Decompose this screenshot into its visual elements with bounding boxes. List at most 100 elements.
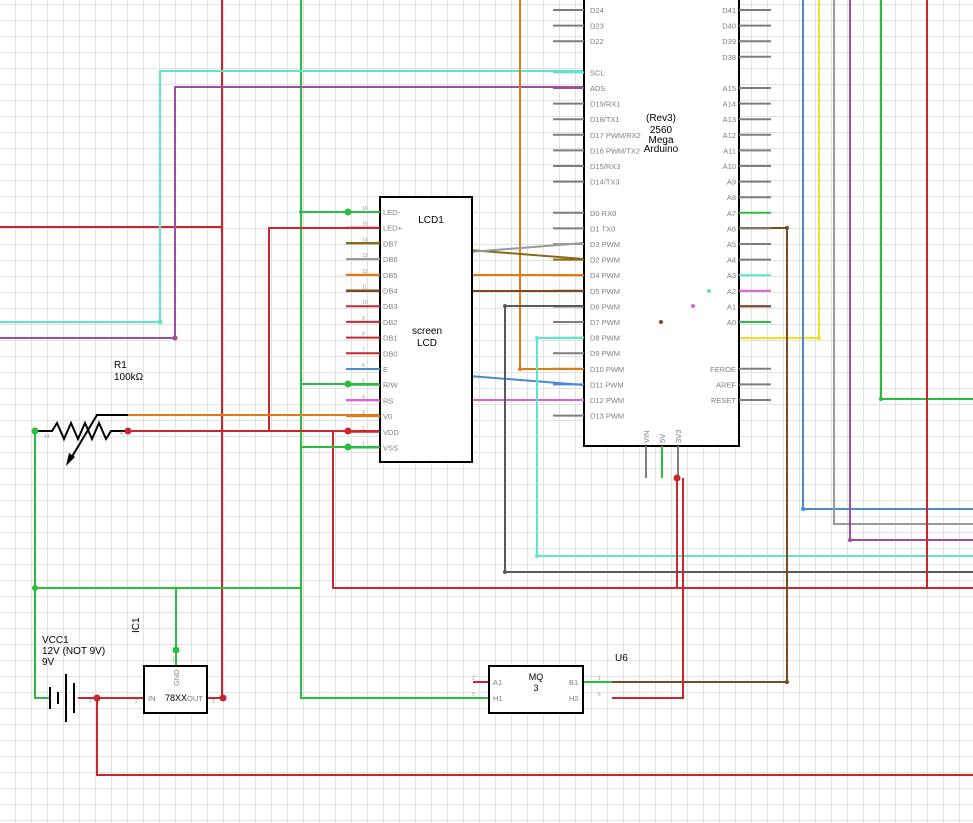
vcc1-value: 9V	[42, 657, 55, 668]
arduino-pin-label: D39	[722, 37, 736, 46]
battery-vcc1[interactable]: VCC1 12V (NOT 9V) 9V 2	[42, 635, 105, 722]
arduino-pin-label: 5V	[658, 434, 667, 443]
junction-dot	[535, 554, 539, 558]
wire-orange-d10[interactable]	[519, 0, 584, 370]
arduino-pin-label: FEROE	[710, 365, 736, 374]
lcd-pin-label: E	[383, 365, 388, 374]
lcd-pin-label: DB7	[383, 239, 398, 248]
lcd-pin-number: 14	[362, 237, 368, 243]
lcd-pin-label: LED-	[383, 208, 401, 217]
vcc1-name: VCC1	[42, 635, 69, 646]
lcd-pin-label: VSS	[383, 444, 398, 453]
arduino-pin-label: D8 PWM	[590, 334, 620, 343]
r1-pin-left: 14	[44, 434, 50, 440]
u6-num-h2: 6	[598, 692, 601, 698]
junction-dot	[172, 646, 180, 654]
arduino-pin-label: A15	[723, 84, 736, 93]
wire-blue-right[interactable]	[802, 0, 973, 510]
arduino-pin-label: D23	[590, 22, 604, 31]
arduino-pin-label: D41	[722, 6, 736, 15]
junction-dot	[785, 680, 789, 684]
junction-dot	[879, 397, 883, 401]
lcd-pin-number: 13	[362, 253, 368, 259]
arduino-pin-label: A5	[727, 240, 736, 249]
arduino-pin-label: A11	[723, 146, 736, 155]
u6-part-1: MQ	[529, 672, 544, 682]
arduino-pin-label: D2 PWM	[590, 256, 620, 265]
arduino-pin-label: 3V3	[674, 430, 683, 443]
arduino-pin-label: D11 PWM	[590, 380, 624, 389]
u6-pin-h2: H2	[569, 694, 579, 703]
lcd-pin-label: DB6	[383, 255, 398, 264]
junction-dot	[673, 474, 681, 482]
arduino-pin-label: D6 PWM	[590, 302, 620, 311]
ic1-part: 78XX	[165, 693, 187, 703]
regulator-ic1[interactable]: IC1 78XX IN OUT GND 2 3 1	[131, 617, 215, 714]
wire-purple-ads[interactable]	[0, 86, 584, 339]
arduino-pin-label: D7 PWM	[590, 318, 620, 327]
junction-dot	[503, 570, 507, 574]
arduino-pin-label: VIN	[642, 430, 651, 443]
junction-dot	[659, 320, 663, 324]
arduino-mega[interactable]: D24 D23 D22 SCL ADS D19/RX1 D18/TX1 D17 PWM/RX2…	[553, 0, 771, 478]
vcc1-voltage-label: 12V (NOT 9V)	[42, 646, 105, 657]
lcd-type-2: LCD	[417, 338, 437, 349]
arduino-pin-label: A4	[727, 256, 736, 265]
ic1-num-in: 2	[135, 699, 138, 705]
wire-yellow-a0[interactable]	[739, 0, 820, 339]
junction-dot	[157, 319, 163, 325]
u6-part-2: 3	[533, 683, 538, 693]
junction-dot	[817, 336, 821, 340]
arduino-pin-label: A6	[727, 224, 736, 233]
lcd1[interactable]: 16 LED-15 LED+14 DB713 DB612 DB511 DB410 DB39 DB…	[346, 196, 473, 463]
arduino-pin-label: A12	[723, 131, 736, 140]
arduino-pin-label: D24	[590, 6, 604, 15]
arduino-pin-label: D5 PWM	[590, 287, 620, 296]
lcd-pin-label: DB2	[383, 318, 398, 327]
u6-num-h1: 5	[472, 692, 475, 698]
wire-gray-right[interactable]	[833, 0, 973, 525]
junction-dot	[535, 336, 539, 340]
arduino-pin-label: D12 PWM	[590, 396, 624, 405]
junction-dot	[344, 427, 352, 435]
lcd-pin-number: 16	[362, 206, 368, 212]
junction-dot	[31, 427, 39, 435]
wire-purple-right[interactable]	[849, 0, 973, 541]
r1-pin-right: 4	[120, 431, 123, 437]
lcd-pin-number: 4	[362, 394, 365, 400]
potentiometer-r1[interactable]: R1 100kΩ 14 4	[35, 360, 144, 466]
arduino-bottom-pins: VIN 5V 3V3	[642, 430, 683, 478]
schematic-canvas: D24 D23 D22 SCL ADS D19/RX1 D18/TX1 D17 PWM/RX2…	[0, 0, 973, 823]
arduino-pin-label: A8	[727, 193, 736, 202]
wires	[0, 0, 973, 776]
arduino-title-4: Arduino	[644, 144, 679, 155]
arduino-pin-label: SCL	[590, 68, 605, 77]
lcd-pin-label: RS	[383, 396, 393, 405]
lcd-pin-number: 7	[362, 347, 365, 353]
junction-dot	[691, 304, 695, 308]
schematic-svg: D24 D23 D22 SCL ADS D19/RX1 D18/TX1 D17 PWM/RX2…	[0, 0, 973, 776]
sensor-u6[interactable]: U6 MQ 3 A1 H1 B1 H2 2 5 1 6	[472, 653, 628, 714]
arduino-pin-label: D13 PWM	[590, 412, 624, 421]
lcd-type-1: screen	[412, 326, 442, 337]
lcd-pin-label: DB3	[383, 302, 398, 311]
lcd-pin-number: 11	[362, 285, 367, 291]
junction-dot	[848, 538, 852, 542]
lcd-name: LCD1	[418, 215, 444, 226]
lcd-pin-number: 2	[362, 426, 365, 432]
arduino-pin-label: A10	[723, 162, 736, 171]
arduino-pin-label: AREF	[716, 380, 736, 389]
u6-name: U6	[615, 653, 628, 664]
lcd-pin-number: 10	[362, 300, 368, 306]
junction-dot	[707, 289, 711, 293]
u6-pin-b1: B1	[569, 678, 578, 687]
wire-cyan-scl[interactable]	[0, 70, 584, 323]
arduino-pin-label: D3 PWM	[590, 240, 620, 249]
u6-pin-h1: H1	[493, 694, 503, 703]
junction-dot	[172, 335, 178, 341]
lcd-pin-label: V0	[383, 412, 392, 421]
arduino-pin-label: D22	[590, 37, 604, 46]
arduino-pin-label: A14	[723, 100, 736, 109]
lcd-pin-label: VDD	[383, 428, 399, 437]
arduino-pin-label: D40	[722, 22, 736, 31]
